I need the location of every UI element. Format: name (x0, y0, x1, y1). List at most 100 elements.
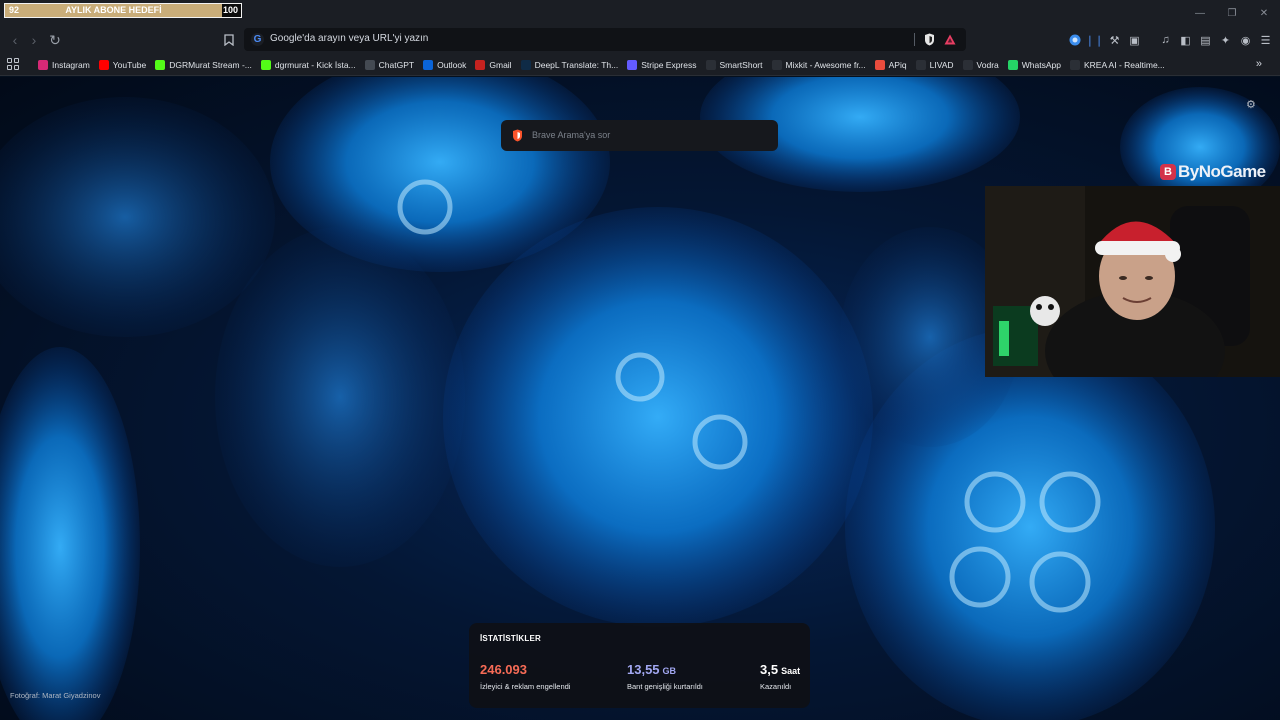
stat-blocked: 246.093 İzleyici & reklam engellendi (480, 661, 570, 691)
bookmarks-bar: Instagram YouTube DGRMurat Stream -... dgrm… (0, 54, 1280, 76)
new-tab-page: Brave Arama'ya sor ⚙ Fotoğraf: Marat Giy… (0, 77, 1280, 720)
bookmark-label: Vodra (976, 60, 999, 70)
chevron-more-icon[interactable]: » (1256, 58, 1262, 70)
window-controls: — ❐ ✕ (1184, 0, 1280, 26)
bookmark-item[interactable]: LIVAD (915, 60, 954, 70)
podcast-icon[interactable]: ❘❘ (1085, 30, 1103, 50)
toolbar: ‹ › ↻ G Google'da arayın veya URL'yi yaz… (0, 26, 1280, 54)
vpn-icon[interactable] (1066, 30, 1083, 50)
stats-title: İSTATİSTİKLER (480, 634, 541, 643)
brave-lion-icon (513, 129, 522, 142)
media-icon[interactable]: ♫ (1157, 30, 1174, 50)
kick-icon (155, 60, 166, 70)
bookmark-item[interactable]: DeepL Translate: Th... (520, 60, 619, 70)
reload-icon[interactable]: ↻ (45, 30, 65, 50)
minimize-button[interactable]: — (1184, 0, 1216, 26)
bookmark-item[interactable]: SmartShort (705, 60, 763, 70)
google-icon: G (251, 33, 264, 46)
bookmark-item[interactable]: Outlook (423, 60, 466, 70)
bookmark-label: LIVAD (929, 60, 954, 70)
youtube-icon (98, 60, 109, 70)
kick-icon (260, 60, 271, 70)
sidebar-icon[interactable]: ◧ (1177, 30, 1194, 50)
whatsapp-icon (1007, 60, 1018, 70)
subscriber-goal-label: AYLIK ABONE HEDEFİ (65, 5, 162, 15)
bookmark-item[interactable]: Gmail (475, 60, 512, 70)
back-icon[interactable]: ‹ (5, 30, 25, 50)
bookmark-label: DeepL Translate: Th... (534, 60, 619, 70)
bookmark-label: Outlook (437, 60, 467, 70)
bookmark-label: DGRMurat Stream -... (169, 60, 252, 70)
stat-unit: Saat (781, 666, 801, 676)
shield-icon[interactable] (922, 32, 936, 46)
brand-logo: B ByNoGame (1160, 161, 1266, 183)
stat-unit: GB (662, 666, 677, 676)
bookmark-item[interactable]: dgrmurat - Kick İsta... (260, 60, 356, 70)
stat-value: 3,5 (760, 662, 779, 677)
bookmark-item[interactable]: KREA AI - Realtime... (1069, 60, 1165, 70)
browser-window: 92 AYLIK ABONE HEDEFİ 100 — ❐ ✕ ‹ › ↻ G … (0, 0, 1280, 720)
bookmark-label: Stripe Express (641, 60, 697, 70)
stat-description: İzleyici & reklam engellendi (480, 682, 571, 691)
brand-badge-icon: B (1160, 164, 1176, 180)
vodra-icon (962, 60, 973, 70)
title-bar: 92 AYLIK ABONE HEDEFİ 100 — ❐ ✕ (0, 0, 1280, 26)
bookmark-item[interactable]: YouTube (98, 60, 146, 70)
leo-ai-icon[interactable]: ✦ (1217, 30, 1234, 50)
stats-widget: İSTATİSTİKLER 246.093 İzleyici & reklam … (469, 623, 810, 708)
bookmark-list: Instagram YouTube DGRMurat Stream -... dgrm… (38, 54, 1165, 76)
search-box[interactable]: Brave Arama'ya sor (501, 120, 778, 151)
bookmark-item[interactable]: WhatsApp (1007, 60, 1061, 70)
bookmark-item[interactable]: Stripe Express (627, 60, 697, 70)
extensions-icon[interactable]: ⚒ (1106, 30, 1123, 50)
bookmark-label: KREA AI - Realtime... (1083, 60, 1165, 70)
toolbar-extensions: ❘❘ ⚒ ▣ ♫ ◧ ▤ ✦ ◉ ☰ (1066, 30, 1274, 50)
stat-time-saved: 3,5 Saat Kazanıldı (760, 661, 800, 691)
apiq-icon (874, 60, 885, 70)
webcam-overlay (985, 186, 1280, 377)
search-placeholder: Brave Arama'ya sor (532, 130, 611, 140)
bookmark-item[interactable]: Mixkit - Awesome fr... (771, 60, 866, 70)
chatgpt-icon (364, 60, 375, 70)
gmail-icon (475, 60, 486, 70)
bookmark-label: WhatsApp (1021, 60, 1061, 70)
wallet-icon[interactable]: ▤ (1197, 30, 1214, 50)
close-button[interactable]: ✕ (1248, 0, 1280, 26)
bookmark-label: SmartShort (719, 60, 763, 70)
address-bar-placeholder: Google'da arayın veya URL'yi yazın (270, 33, 429, 44)
stat-description: Kazanıldı (760, 682, 792, 691)
forward-icon[interactable]: › (24, 30, 44, 50)
address-bar-divider (914, 33, 915, 46)
menu-icon[interactable]: ☰ (1257, 30, 1274, 50)
bookmark-label: dgrmurat - Kick İsta... (274, 60, 356, 70)
apps-grid-icon[interactable] (7, 58, 19, 70)
mixkit-icon (771, 60, 782, 70)
bookmark-label: APiq (888, 60, 907, 70)
bookmark-item[interactable]: DGRMurat Stream -... (155, 60, 252, 70)
bookmark-item[interactable]: Vodra (962, 60, 999, 70)
krea-icon (1069, 60, 1080, 70)
screenshot-icon[interactable]: ▣ (1126, 30, 1143, 50)
stat-value: 13,55 (627, 662, 660, 677)
brand-name: ByNoGame (1178, 162, 1266, 181)
vpn-shield-icon[interactable]: ◉ (1237, 30, 1254, 50)
bookmark-icon[interactable] (219, 30, 239, 50)
bookmark-label: Instagram (52, 60, 90, 70)
subscriber-goal-target: 100 (222, 5, 238, 15)
stat-bandwidth: 13,55 GB Bant genişliği kurtarıldı (627, 661, 703, 691)
livad-icon (915, 60, 926, 70)
deepl-icon (520, 60, 531, 70)
streamer-webcam-image (985, 186, 1280, 377)
stripe-icon (627, 60, 638, 70)
gear-icon[interactable]: ⚙ (1246, 98, 1258, 111)
address-bar[interactable]: G Google'da arayın veya URL'yi yazın (244, 28, 966, 51)
stat-description: Bant genişliği kurtarıldı (627, 682, 703, 691)
maximize-button[interactable]: ❐ (1216, 0, 1248, 26)
bookmark-item[interactable]: ChatGPT (364, 60, 414, 70)
bookmark-item[interactable]: Instagram (38, 60, 90, 70)
bookmark-label: Mixkit - Awesome fr... (785, 60, 866, 70)
bookmark-item[interactable]: APiq (874, 60, 907, 70)
instagram-icon (38, 60, 48, 70)
rewards-icon[interactable] (943, 32, 957, 46)
bookmark-label: Gmail (489, 60, 512, 70)
